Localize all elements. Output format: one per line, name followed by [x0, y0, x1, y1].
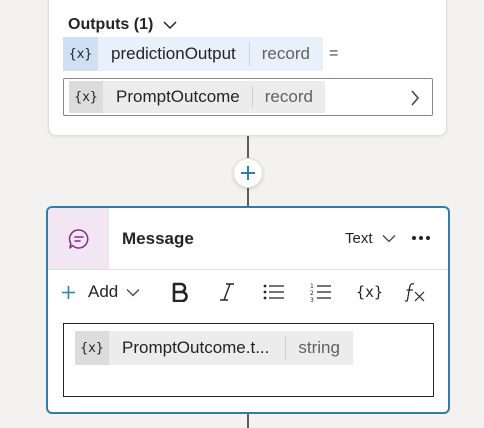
outputs-card: Outputs (1) {x} predictionOutput record … — [48, 0, 447, 136]
add-label: Add — [88, 282, 119, 301]
message-text-editor[interactable]: {x} PromptOutcome.t... string — [63, 323, 434, 397]
variable-icon: {x} — [75, 331, 109, 365]
numbered-list-button[interactable]: 1 2 3 — [310, 280, 332, 304]
outputs-toggle[interactable]: Outputs (1) — [68, 16, 177, 34]
formula-icon — [404, 283, 425, 302]
insert-variable-button[interactable]: {x} — [356, 280, 383, 304]
connector-line-bottom — [247, 414, 249, 428]
output-value-field[interactable]: {x} PromptOutcome record — [63, 78, 433, 116]
output-variable-type: record — [261, 44, 310, 63]
chevron-right-icon[interactable] — [410, 90, 420, 106]
formula-button[interactable] — [404, 280, 426, 304]
chevron-down-icon — [382, 235, 395, 243]
bulleted-list-button[interactable] — [263, 280, 285, 304]
more-dot — [419, 236, 423, 240]
add-button[interactable]: Add — [61, 280, 140, 304]
message-icon-tile — [48, 208, 109, 269]
message-variable-chip[interactable]: {x} PromptOutcome.t... string — [75, 331, 353, 365]
output-value-chip[interactable]: {x} PromptOutcome record — [69, 81, 325, 113]
output-variable-name: predictionOutput — [111, 44, 236, 63]
bold-button[interactable] — [171, 280, 189, 304]
message-type-label: Text — [345, 230, 373, 247]
output-variable-chip[interactable]: {x} predictionOutput record — [63, 37, 323, 71]
chevron-down-icon — [126, 288, 140, 296]
message-variable-name: PromptOutcome.t... — [122, 338, 270, 357]
output-variable-row: {x} predictionOutput record = — [63, 37, 338, 71]
message-card[interactable]: Message Text Add 1 2 3 {x} {x} PromptOut… — [46, 206, 450, 414]
variable-icon: {x} — [63, 37, 98, 71]
connector-line-middle — [247, 188, 249, 206]
bold-icon — [172, 282, 188, 302]
message-title: Message — [122, 229, 194, 248]
more-dot — [426, 236, 430, 240]
message-toolbar: Add 1 2 3 {x} — [48, 270, 448, 314]
connector-line-top — [247, 136, 249, 158]
plus-icon — [241, 166, 255, 180]
numbered-list-icon: 1 2 3 — [310, 283, 331, 302]
svg-text:2: 2 — [310, 290, 314, 297]
plus-icon — [62, 285, 75, 299]
add-node-button[interactable] — [233, 158, 263, 188]
variable-icon: {x} — [69, 81, 103, 113]
output-value-type: record — [264, 87, 313, 106]
svg-text:1: 1 — [310, 283, 314, 290]
italic-icon — [220, 283, 234, 301]
equals-sign: = — [328, 45, 339, 62]
message-variable-type: string — [298, 338, 340, 357]
chevron-down-icon — [163, 21, 177, 30]
italic-button[interactable] — [218, 280, 236, 304]
more-dot — [412, 236, 416, 240]
output-value-name: PromptOutcome — [116, 87, 240, 106]
more-options-button[interactable] — [412, 236, 430, 240]
outputs-header-label: Outputs (1) — [68, 16, 154, 33]
chat-bubble-icon — [68, 228, 88, 249]
bulleted-list-icon — [263, 284, 284, 300]
svg-text:3: 3 — [310, 297, 314, 302]
variable-icon: {x} — [356, 283, 384, 301]
message-type-dropdown[interactable]: Text — [345, 230, 396, 247]
